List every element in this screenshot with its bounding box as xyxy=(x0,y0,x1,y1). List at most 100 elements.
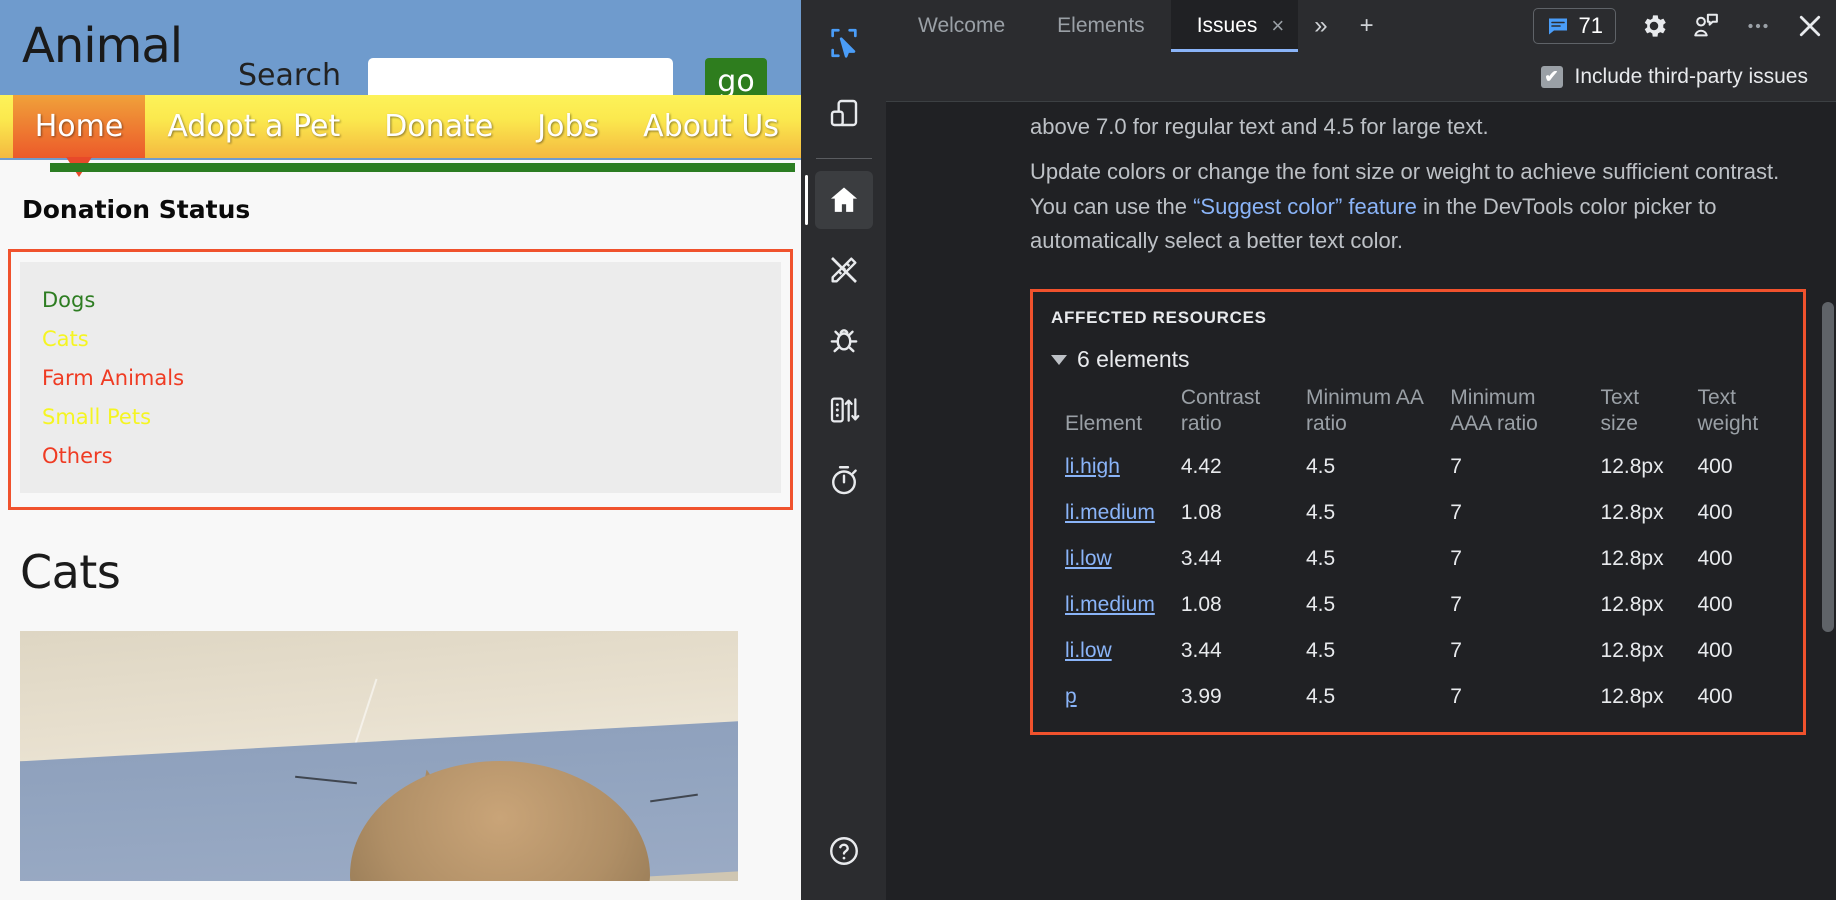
more-tabs-icon[interactable]: » xyxy=(1298,0,1343,52)
donation-status-list: Dogs Cats Farm Animals Small Pets Others xyxy=(20,262,781,493)
tab-issues-label: Issues xyxy=(1197,0,1258,52)
cell-size: 12.8px xyxy=(1601,536,1698,582)
cell-contrast: 4.42 xyxy=(1181,444,1306,490)
devtools-activity-bar xyxy=(801,0,886,900)
include-third-party-issues-checkbox[interactable]: ✔ Include third-party issues xyxy=(1541,65,1808,89)
cell-weight: 400 xyxy=(1697,490,1803,536)
column-header-text-weight: Text weight xyxy=(1697,385,1803,444)
element-link[interactable]: li.low xyxy=(1065,639,1112,662)
cell-element: li.high xyxy=(1065,444,1181,490)
table-row: li.low 3.44 4.5 7 12.8px 400 xyxy=(1065,536,1803,582)
cat-photo xyxy=(20,631,738,881)
issue-paragraph-1: above 7.0 for regular text and 4.5 for l… xyxy=(1030,110,1790,145)
issues-count-value: 71 xyxy=(1579,13,1603,39)
performance-timer-icon[interactable] xyxy=(815,451,873,509)
include-third-party-issues-label: Include third-party issues xyxy=(1575,65,1808,89)
nav-item-adopt-a-pet[interactable]: Adopt a Pet xyxy=(145,95,362,158)
affected-resources-section: AFFECTED RESOURCES 6 elements Element Co… xyxy=(1030,289,1806,735)
affected-resources-title: AFFECTED RESOURCES xyxy=(1051,308,1803,328)
checkbox-check-icon: ✔ xyxy=(1541,66,1563,88)
gear-icon[interactable] xyxy=(1628,0,1680,52)
search-label: Search xyxy=(238,58,341,93)
cell-aa: 4.5 xyxy=(1306,628,1450,674)
cell-aa: 4.5 xyxy=(1306,490,1450,536)
home-icon[interactable] xyxy=(815,171,873,229)
chevron-down-icon xyxy=(1051,355,1067,365)
elements-count-label: 6 elements xyxy=(1077,346,1190,373)
help-icon[interactable] xyxy=(815,822,873,880)
cell-contrast: 3.44 xyxy=(1181,628,1306,674)
issues-count-badge[interactable]: 71 xyxy=(1533,8,1616,44)
activity-divider xyxy=(816,158,872,159)
main-navigation: Home Adopt a Pet Donate Jobs About Us xyxy=(0,95,801,158)
cell-aaa: 7 xyxy=(1450,582,1600,628)
table-row: li.low 3.44 4.5 7 12.8px 400 xyxy=(1065,628,1803,674)
bug-icon[interactable] xyxy=(815,311,873,369)
nav-left-pad xyxy=(0,95,13,158)
table-row: li.high 4.42 4.5 7 12.8px 400 xyxy=(1065,444,1803,490)
devtools-tabstrip: Welcome Elements Issues × » + 71 xyxy=(886,0,1836,52)
column-header-element: Element xyxy=(1065,385,1181,444)
cell-aa: 4.5 xyxy=(1306,582,1450,628)
cell-element: li.medium xyxy=(1065,490,1181,536)
element-link[interactable]: li.medium xyxy=(1065,501,1155,524)
design-mode-icon[interactable] xyxy=(815,241,873,299)
affected-resources-table: Element Contrast ratio Minimum AA ratio … xyxy=(1065,385,1803,720)
cell-weight: 400 xyxy=(1697,674,1803,720)
cell-element: li.low xyxy=(1065,536,1181,582)
tab-welcome[interactable]: Welcome xyxy=(892,0,1031,52)
nav-item-donate[interactable]: Donate xyxy=(362,95,515,158)
list-item: Cats xyxy=(20,319,781,358)
feedback-icon[interactable] xyxy=(1680,0,1732,52)
cell-aaa: 7 xyxy=(1450,674,1600,720)
cell-element: li.low xyxy=(1065,628,1181,674)
cell-aaa: 7 xyxy=(1450,628,1600,674)
close-icon[interactable]: × xyxy=(1271,15,1284,37)
column-header-text-size: Text size xyxy=(1601,385,1698,444)
list-item: Others xyxy=(20,436,781,475)
scrollbar-thumb[interactable] xyxy=(1822,302,1834,632)
cell-size: 12.8px xyxy=(1601,444,1698,490)
devtools-body: Welcome Elements Issues × » + 71 xyxy=(801,0,1836,900)
cell-contrast: 3.99 xyxy=(1181,674,1306,720)
cell-contrast: 1.08 xyxy=(1181,490,1306,536)
issues-filter-bar: ✔ Include third-party issues xyxy=(886,52,1836,102)
cell-aaa: 7 xyxy=(1450,444,1600,490)
cell-contrast: 1.08 xyxy=(1181,582,1306,628)
devtools-panel: Welcome Elements Issues × » + 71 xyxy=(801,0,1836,900)
message-icon xyxy=(1546,14,1570,38)
issue-paragraph-2: Update colors or change the font size or… xyxy=(1030,155,1790,259)
cell-weight: 400 xyxy=(1697,536,1803,582)
add-tab-icon[interactable]: + xyxy=(1344,0,1390,52)
table-head: Element Contrast ratio Minimum AA ratio … xyxy=(1065,385,1803,444)
inspect-element-icon[interactable] xyxy=(815,14,873,72)
close-devtools-icon[interactable] xyxy=(1784,0,1836,52)
list-item: Dogs xyxy=(20,280,781,319)
nav-item-jobs[interactable]: Jobs xyxy=(515,95,621,158)
element-link[interactable]: li.high xyxy=(1065,455,1120,478)
column-header-minimum-aa-ratio: Minimum AA ratio xyxy=(1306,385,1450,444)
tab-issues[interactable]: Issues × xyxy=(1171,0,1299,52)
page-content: Donation Status Dogs Cats Farm Animals S… xyxy=(0,178,801,881)
element-link[interactable]: p xyxy=(1065,685,1077,708)
issues-scrollbar[interactable] xyxy=(1822,102,1834,900)
cell-weight: 400 xyxy=(1697,582,1803,628)
elements-expander[interactable]: 6 elements xyxy=(1051,346,1803,373)
cell-size: 12.8px xyxy=(1601,490,1698,536)
nav-item-home[interactable]: Home xyxy=(13,95,146,158)
tab-elements[interactable]: Elements xyxy=(1031,0,1171,52)
device-toolbar-icon[interactable] xyxy=(815,84,873,142)
list-item: Small Pets xyxy=(20,397,781,436)
element-link[interactable]: li.low xyxy=(1065,547,1112,570)
suggest-color-link[interactable]: “Suggest color” feature xyxy=(1193,194,1417,219)
more-options-icon[interactable] xyxy=(1732,0,1784,52)
element-link[interactable]: li.medium xyxy=(1065,593,1155,616)
issue-detail-content: above 7.0 for regular text and 4.5 for l… xyxy=(886,102,1836,900)
cats-section-heading: Cats xyxy=(20,545,801,599)
screen-root: Animal Search go Home Adopt a Pet Donate… xyxy=(0,0,1836,900)
table-body: li.high 4.42 4.5 7 12.8px 400 li.medium xyxy=(1065,444,1803,720)
column-header-minimum-aaa-ratio: Minimum AAA ratio xyxy=(1450,385,1600,444)
network-conditions-icon[interactable] xyxy=(815,381,873,439)
nav-item-about-us[interactable]: About Us xyxy=(621,95,801,158)
cell-aaa: 7 xyxy=(1450,536,1600,582)
